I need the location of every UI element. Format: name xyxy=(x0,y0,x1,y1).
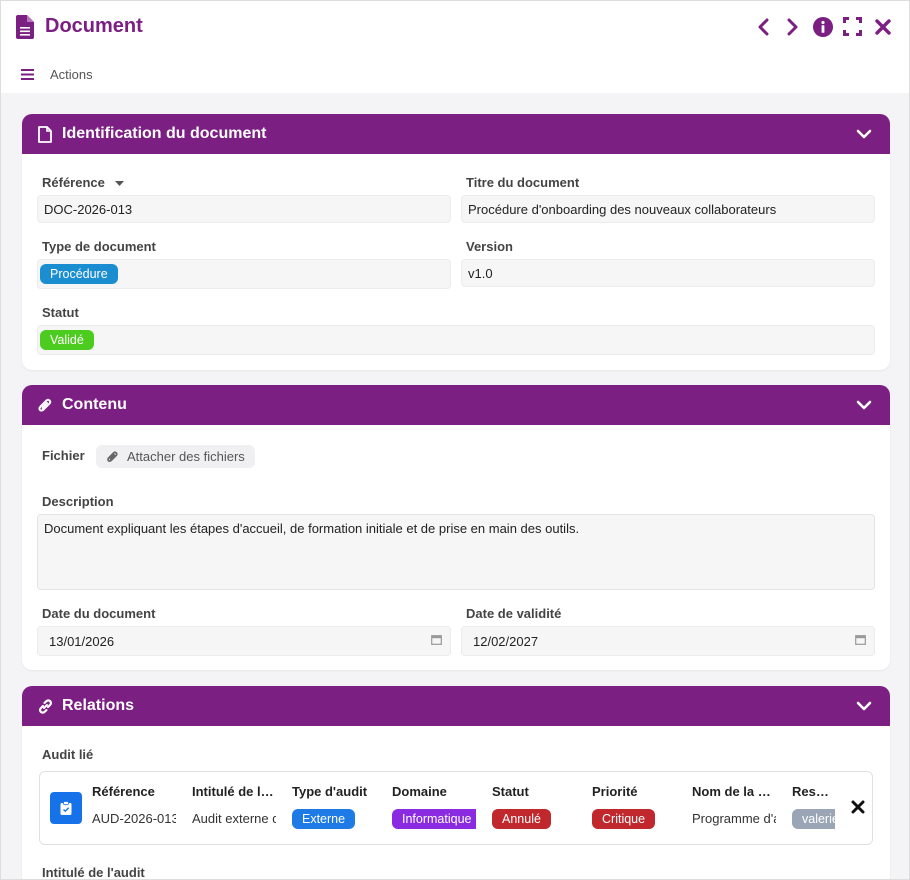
audit-value-cell: Annulé xyxy=(492,809,576,829)
validity-value: 12/02/2027 xyxy=(473,633,539,649)
remove-icon[interactable] xyxy=(851,800,865,814)
title-bar: Document Actions xyxy=(1,1,909,93)
audit-value-cell: valerie xyxy=(792,809,835,829)
date-field[interactable]: 13/01/2026 xyxy=(37,626,451,656)
relations-title: Relations xyxy=(62,697,135,714)
audit-column: Nom de la mission Programme d'audit xyxy=(692,784,776,826)
audit-value: Audit externe du processus d'onboarding xyxy=(192,811,276,826)
audit-column: Responsable valerie xyxy=(792,784,835,829)
file-label: Fichier xyxy=(42,448,85,463)
chevron-down-icon[interactable] xyxy=(856,397,872,413)
status-badge: Validé xyxy=(40,330,94,350)
actions-label: Actions xyxy=(50,67,93,82)
audit-column-header: Référence xyxy=(92,784,155,799)
reference-label-text: Référence xyxy=(42,175,105,190)
chevron-down-icon[interactable] xyxy=(856,126,872,142)
audit-value-badge: Externe xyxy=(292,809,356,829)
linked-audit-card[interactable]: Référence AUD-2026-013 Intitulé de l'audit… xyxy=(39,771,873,845)
chevron-left-icon[interactable] xyxy=(752,16,773,37)
audit-value: Programme d'audit xyxy=(692,811,776,826)
contenu-header[interactable]: Contenu xyxy=(22,385,890,425)
description-label: Description xyxy=(42,494,114,509)
audit-column-header: Statut xyxy=(492,784,529,799)
title-label: Titre du document xyxy=(466,175,580,190)
calendar-icon[interactable] xyxy=(855,634,866,645)
audit-column-header: Priorité xyxy=(592,784,638,799)
contenu-card: Contenu Fichier Attacher des fichiers De… xyxy=(22,385,890,670)
chevron-down-icon[interactable] xyxy=(856,698,872,714)
chevron-right-icon[interactable] xyxy=(782,16,803,37)
window-controls xyxy=(752,16,893,37)
page-title: Document xyxy=(45,15,143,37)
audit-column: Référence AUD-2026-013 xyxy=(92,784,176,826)
reference-label[interactable]: Référence xyxy=(42,175,124,190)
clipboard-check-icon xyxy=(50,792,82,824)
contenu-title: Contenu xyxy=(62,396,127,413)
type-label: Type de document xyxy=(42,239,156,254)
validity-label: Date de validité xyxy=(466,606,562,621)
audit-column: Domaine Informatique xyxy=(392,784,476,829)
link-icon xyxy=(36,697,54,715)
description-field[interactable]: Document expliquant les étapes d'accueil… xyxy=(37,514,875,590)
audit-value: AUD-2026-013 xyxy=(92,811,176,826)
audit-value-badge: valerie xyxy=(792,809,835,829)
identification-header[interactable]: Identification du document xyxy=(22,114,890,154)
audit-column: Type d'audit Externe xyxy=(292,784,376,829)
audit-value-cell: Critique xyxy=(592,809,676,829)
audit-value-badge: Annulé xyxy=(492,809,551,829)
audit-column-header: Domaine xyxy=(392,784,447,799)
actions-menu[interactable]: Actions xyxy=(21,67,93,82)
date-value: 13/01/2026 xyxy=(49,633,115,649)
identification-title: Identification du document xyxy=(62,125,267,142)
calendar-icon[interactable] xyxy=(431,634,442,645)
audit-value-badge: Informatique xyxy=(392,809,476,829)
audit-column-header: Intitulé de l'audit xyxy=(192,784,276,799)
version-field[interactable]: v1.0 xyxy=(461,259,875,287)
audit-column: Statut Annulé xyxy=(492,784,576,829)
audit-column-header: Responsable xyxy=(792,784,835,799)
validity-field[interactable]: 12/02/2027 xyxy=(461,626,875,656)
audit-column-header: Nom de la mission xyxy=(692,784,776,799)
title-field[interactable]: Procédure d'onboarding des nouveaux coll… xyxy=(461,195,875,223)
relations-header[interactable]: Relations xyxy=(22,686,890,726)
type-badge: Procédure xyxy=(40,264,118,284)
file-icon xyxy=(36,125,54,143)
audit-column: Priorité Critique xyxy=(592,784,676,829)
version-label: Version xyxy=(466,239,513,254)
relations-card: Relations Audit lié Référence AUD-2026-01… xyxy=(22,686,890,880)
status-label: Statut xyxy=(42,305,79,320)
audit-value-cell: Informatique xyxy=(392,809,476,829)
audit-value-badge: Critique xyxy=(592,809,656,829)
menu-icon xyxy=(21,69,34,80)
identification-card: Identification du document Référence DOC… xyxy=(22,114,890,370)
paperclip-icon xyxy=(36,396,54,414)
info-icon[interactable] xyxy=(812,16,833,37)
audit-column-header: Type d'audit xyxy=(292,784,368,799)
date-label: Date du document xyxy=(42,606,156,621)
status-field[interactable]: Validé xyxy=(37,325,875,355)
caret-down-icon xyxy=(114,181,124,186)
paperclip-icon xyxy=(107,450,118,462)
attach-files-label: Attacher des fichiers xyxy=(127,449,245,464)
fullscreen-icon[interactable] xyxy=(842,16,863,37)
attach-files-button[interactable]: Attacher des fichiers xyxy=(96,445,255,468)
document-icon xyxy=(16,15,34,39)
audit-column: Intitulé de l'audit Audit externe du proc… xyxy=(192,784,276,826)
reference-field[interactable]: DOC-2026-013 xyxy=(37,195,451,223)
audit-value-cell: Externe xyxy=(292,809,376,829)
close-icon[interactable] xyxy=(872,16,893,37)
type-field[interactable]: Procédure xyxy=(37,259,451,289)
audit-title-label: Intitulé de l'audit xyxy=(42,865,145,880)
document-window: Document Actions Identification du docum… xyxy=(0,0,910,880)
audit-label: Audit lié xyxy=(42,747,94,762)
